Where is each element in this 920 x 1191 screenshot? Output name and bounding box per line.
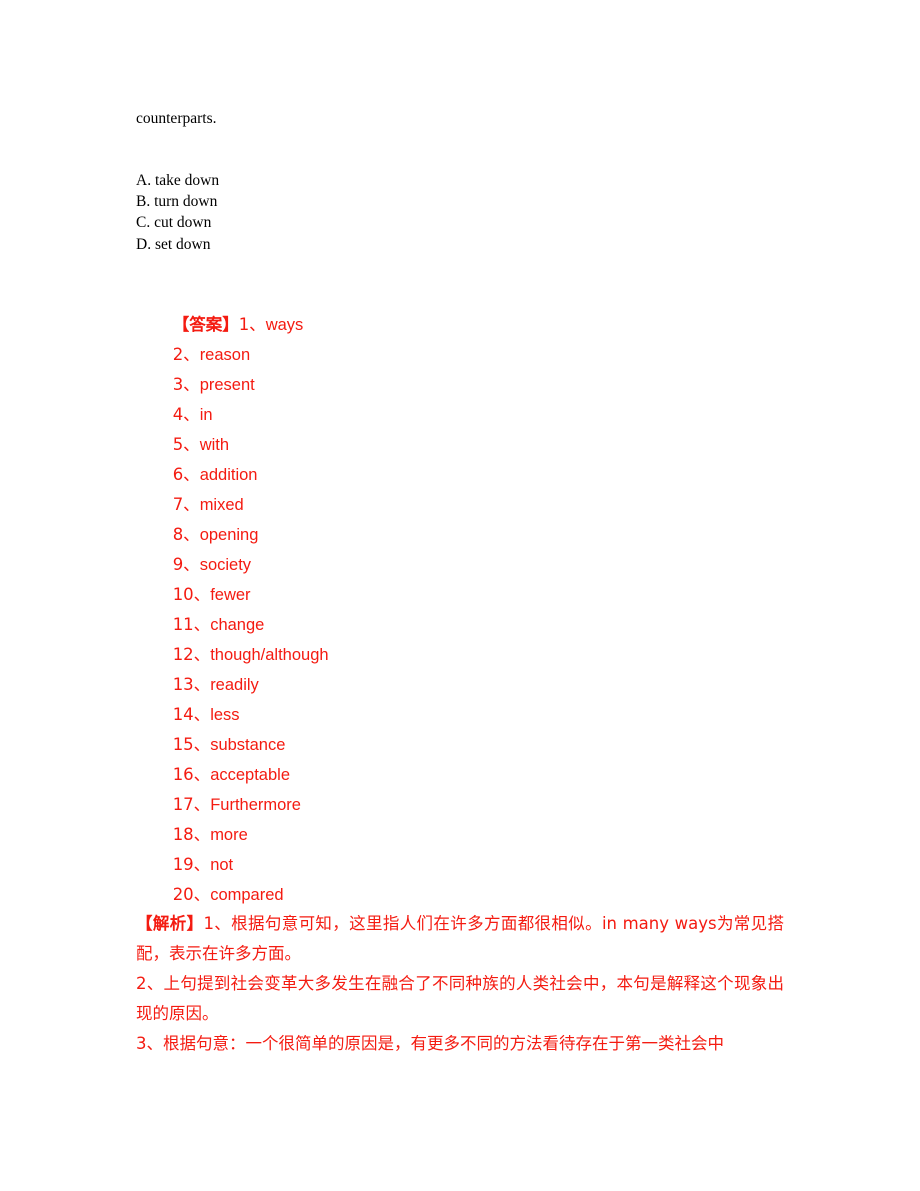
analysis-label: 【解析】 (136, 913, 204, 933)
answer-value: fewer (210, 585, 251, 604)
answer-value: in (199, 405, 213, 424)
answer-value: compared (210, 885, 284, 904)
answer-number: 8、 (172, 524, 200, 544)
answer-number: 13、 (172, 674, 211, 694)
answer-value: not (210, 855, 234, 874)
answer-number: 17、 (172, 794, 211, 814)
option-b[interactable]: B. turn down (136, 191, 784, 212)
answer-value: change (210, 615, 265, 634)
answer-value: mixed (199, 495, 244, 514)
page-content: counterparts. A. take down B. turn down … (136, 108, 784, 1059)
answer-number: 12、 (172, 644, 211, 664)
answer-number: 10、 (172, 584, 211, 604)
answer-row: 6、addition (136, 430, 784, 484)
answer-value: more (210, 825, 248, 844)
answer-number: 9、 (172, 554, 200, 574)
answer-number: 1、 (238, 314, 266, 334)
answer-number: 5、 (172, 434, 200, 454)
question-options: A. take down B. turn down C. cut down D.… (136, 170, 784, 255)
answer-value: with (199, 435, 230, 454)
answer-value: though/although (210, 645, 329, 664)
answer-value: substance (210, 735, 286, 754)
answer-number: 16、 (172, 764, 211, 784)
answer-value: addition (199, 465, 258, 484)
answer-value: ways (265, 315, 304, 334)
answer-number: 15、 (172, 734, 211, 754)
answer-value: less (210, 705, 240, 724)
answer-row: 5、with (136, 400, 784, 454)
answer-number: 2、 (172, 344, 200, 364)
option-d[interactable]: D. set down (136, 234, 784, 255)
answer-number: 19、 (172, 854, 211, 874)
answer-value: present (199, 375, 255, 394)
answer-number: 20、 (172, 884, 211, 904)
answer-row: 【答案】1、ways (136, 280, 784, 334)
option-a[interactable]: A. take down (136, 170, 784, 191)
answer-value: opening (199, 525, 259, 544)
answer-key-block: 【答案】1、ways 2、reason 3、present 4、in 5、wit… (136, 280, 784, 904)
analysis-item: 2、上句提到社会变革大多发生在融合了不同种族的人类社会中，本句是解释这个现象出现… (136, 973, 784, 1023)
answer-value: Furthermore (210, 795, 301, 814)
analysis-text: 1、根据句意可知，这里指人们在许多方面都很相似。in many ways为常见搭… (136, 913, 785, 963)
question-stem-tail: counterparts. (136, 110, 217, 127)
answer-number: 18、 (172, 824, 211, 844)
answer-key-label: 【答案】 (172, 314, 239, 334)
option-c[interactable]: C. cut down (136, 212, 784, 233)
analysis-item: 【解析】1、根据句意可知，这里指人们在许多方面都很相似。in many ways… (136, 909, 784, 969)
answer-number: 6、 (172, 464, 200, 484)
answer-number: 4、 (172, 404, 200, 424)
answer-number: 7、 (172, 494, 200, 514)
answer-row: 20、compared (136, 850, 784, 904)
answer-value: reason (199, 345, 251, 364)
answer-number: 14、 (172, 704, 211, 724)
document-page: counterparts. A. take down B. turn down … (0, 0, 920, 1191)
answer-value: acceptable (210, 765, 290, 784)
answer-value: society (199, 555, 252, 574)
analysis-block: 【解析】1、根据句意可知，这里指人们在许多方面都很相似。in many ways… (136, 909, 784, 1059)
answer-value: readily (210, 675, 259, 694)
answer-number: 11、 (172, 614, 211, 634)
answer-number: 3、 (172, 374, 200, 394)
analysis-item: 3、根据句意：一个很简单的原因是，有更多不同的方法看待存在于第一类社会中 (136, 1033, 724, 1053)
